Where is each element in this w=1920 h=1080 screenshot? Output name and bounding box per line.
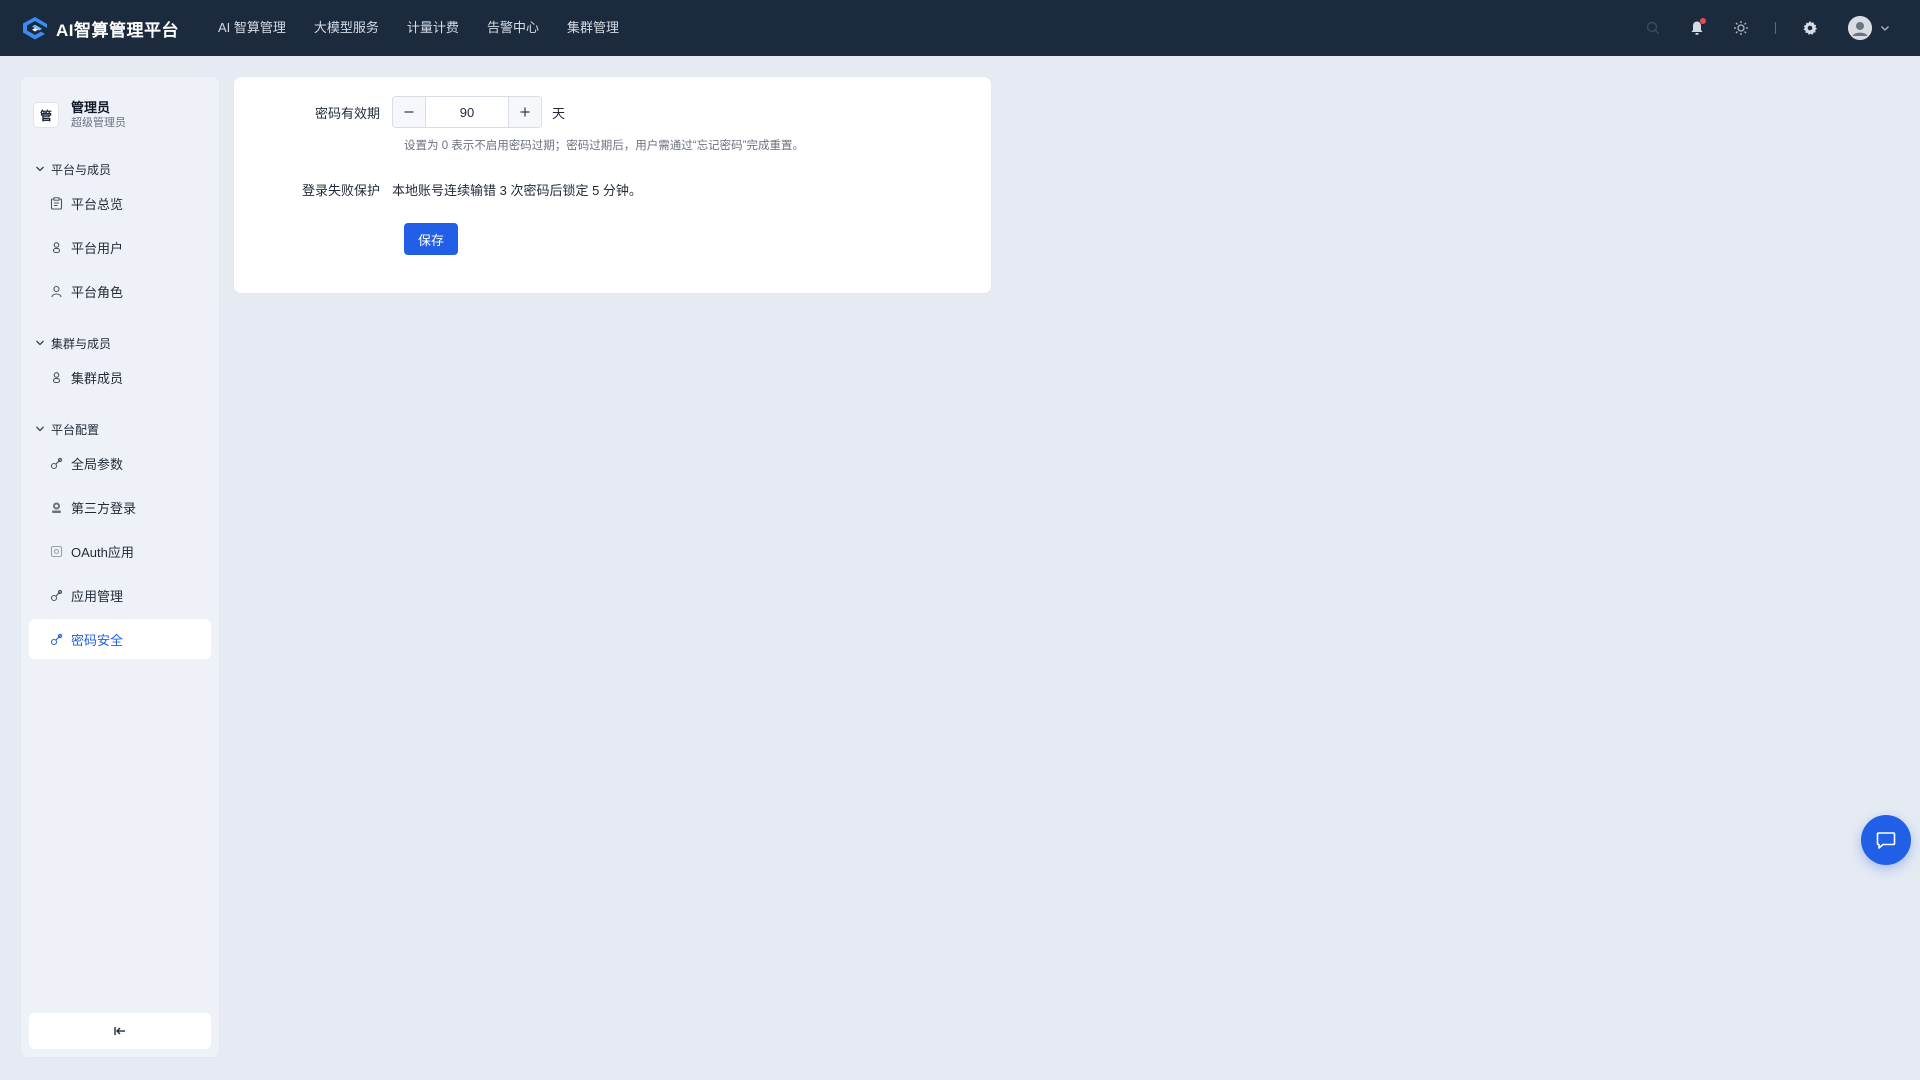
top-actions (1619, 0, 1890, 56)
key-icon (49, 456, 63, 470)
top-nav-alerts[interactable]: 告警中心 (487, 0, 539, 56)
section-header-cluster-members[interactable]: 集群与成员 (21, 333, 219, 353)
sidebar-item-label: 第三方登录 (71, 500, 137, 516)
expiry-row: 密码有效期 天 (234, 96, 565, 128)
logo-icon (23, 17, 47, 40)
save-button[interactable]: 保存 (404, 223, 458, 255)
profile: 管 管理员 超级管理员 (21, 77, 219, 137)
profile-role: 超级管理员 (71, 117, 126, 129)
chat-button[interactable] (1861, 815, 1911, 865)
sidebar-item-third-party-login[interactable]: 第三方登录 (29, 487, 211, 527)
gear-icon[interactable] (1800, 18, 1820, 38)
users-icon (49, 240, 63, 254)
chevron-down-icon (36, 340, 44, 346)
chevron-down-icon (1881, 26, 1889, 31)
section-title: 平台配置 (51, 422, 100, 437)
avatar (1848, 16, 1872, 40)
increment-button[interactable] (509, 97, 541, 127)
sun-icon[interactable] (1731, 18, 1751, 38)
plus-icon (520, 107, 530, 117)
sidebar-collapse-button[interactable] (29, 1013, 211, 1049)
badge-icon (49, 500, 63, 514)
top-nav-billing[interactable]: 计量计费 (407, 0, 459, 56)
users-icon (49, 370, 63, 384)
sidebar-item-app-management[interactable]: 应用管理 (29, 575, 211, 615)
top-nav-cluster[interactable]: 集群管理 (567, 0, 619, 56)
sidebar-item-label: 全局参数 (71, 456, 124, 472)
protection-label: 登录失败保护 (301, 183, 380, 198)
sidebar: 管 管理员 超级管理员 平台与成员 平台总览 平台用户 平台角色 集群与成员 集… (20, 76, 220, 1058)
sidebar-item-platform-users[interactable]: 平台用户 (29, 227, 211, 267)
key-icon (49, 588, 63, 602)
sidebar-item-label: 平台总览 (71, 196, 124, 212)
sidebar-item-label: 平台角色 (71, 284, 124, 300)
notification-dot (1700, 18, 1706, 24)
sidebar-item-platform-overview[interactable]: 平台总览 (29, 183, 211, 223)
expiry-days-input[interactable] (425, 97, 509, 127)
sidebar-section-cluster-members: 集群与成员 集群成员 (21, 333, 219, 397)
top-nav-ai-compute[interactable]: AI 智算管理 (218, 0, 286, 56)
app-icon (49, 544, 63, 558)
app-title: AI智算管理平台 (56, 20, 179, 40)
protection-row: 登录失败保护 本地账号连续输错 3 次密码后锁定 5 分钟。 (234, 180, 642, 199)
chat-icon (1876, 832, 1896, 849)
sidebar-item-global-params[interactable]: 全局参数 (29, 443, 211, 483)
key-icon (49, 632, 63, 646)
collapse-left-icon (114, 1027, 125, 1035)
expiry-stepper (392, 96, 542, 128)
top-nav: AI 智算管理 大模型服务 计量计费 告警中心 集群管理 (218, 0, 647, 56)
toolbar-divider (1775, 22, 1776, 34)
sidebar-item-cluster-members[interactable]: 集群成员 (29, 357, 211, 397)
search-icon[interactable] (1643, 18, 1663, 38)
expiry-label: 密码有效期 (314, 105, 380, 121)
sidebar-section-platform-members: 平台与成员 平台总览 平台用户 平台角色 (21, 159, 219, 311)
user-icon (49, 284, 63, 298)
section-header-platform-members[interactable]: 平台与成员 (21, 159, 219, 179)
sidebar-item-password-security[interactable]: 密码安全 (29, 619, 211, 659)
section-header-platform-config[interactable]: 平台配置 (21, 419, 219, 439)
chevron-down-icon (36, 166, 44, 172)
sidebar-item-label: OAuth应用 (71, 544, 134, 560)
minus-icon (404, 111, 414, 113)
sidebar-item-label: 应用管理 (71, 588, 124, 604)
expiry-unit: 天 (552, 105, 566, 121)
bell-icon[interactable] (1687, 18, 1707, 38)
sidebar-item-oauth-apps[interactable]: OAuth应用 (29, 531, 211, 571)
brand[interactable]: AI智算管理平台 (20, 15, 218, 41)
chevron-down-icon (36, 426, 44, 432)
clipboard-icon (49, 196, 63, 210)
sidebar-item-label: 平台用户 (71, 240, 124, 256)
user-menu[interactable] (1848, 16, 1890, 40)
password-security-card: 密码有效期 天 设置为 0 表示不启用密码过期；密码过期后，用户需通过“忘记密码… (233, 76, 992, 294)
profile-name: 管理员 (71, 100, 111, 115)
protection-text: 本地账号连续输错 3 次密码后锁定 5 分钟。 (392, 183, 642, 198)
section-title: 平台与成员 (51, 162, 112, 177)
sidebar-section-platform-config: 平台配置 全局参数 第三方登录 OAuth应用 应用管理 密码安全 (21, 419, 219, 659)
sidebar-item-label: 密码安全 (71, 632, 124, 648)
expiry-hint: 设置为 0 表示不启用密码过期；密码过期后，用户需通过“忘记密码”完成重置。 (404, 140, 804, 152)
decrement-button[interactable] (393, 97, 425, 127)
sidebar-item-label: 集群成员 (71, 370, 124, 386)
profile-badge: 管 (33, 102, 59, 128)
top-bar: AI智算管理平台 AI 智算管理 大模型服务 计量计费 告警中心 集群管理 (0, 0, 1920, 56)
section-title: 集群与成员 (51, 336, 112, 351)
top-nav-llm-service[interactable]: 大模型服务 (314, 0, 379, 56)
sidebar-item-platform-roles[interactable]: 平台角色 (29, 271, 211, 311)
